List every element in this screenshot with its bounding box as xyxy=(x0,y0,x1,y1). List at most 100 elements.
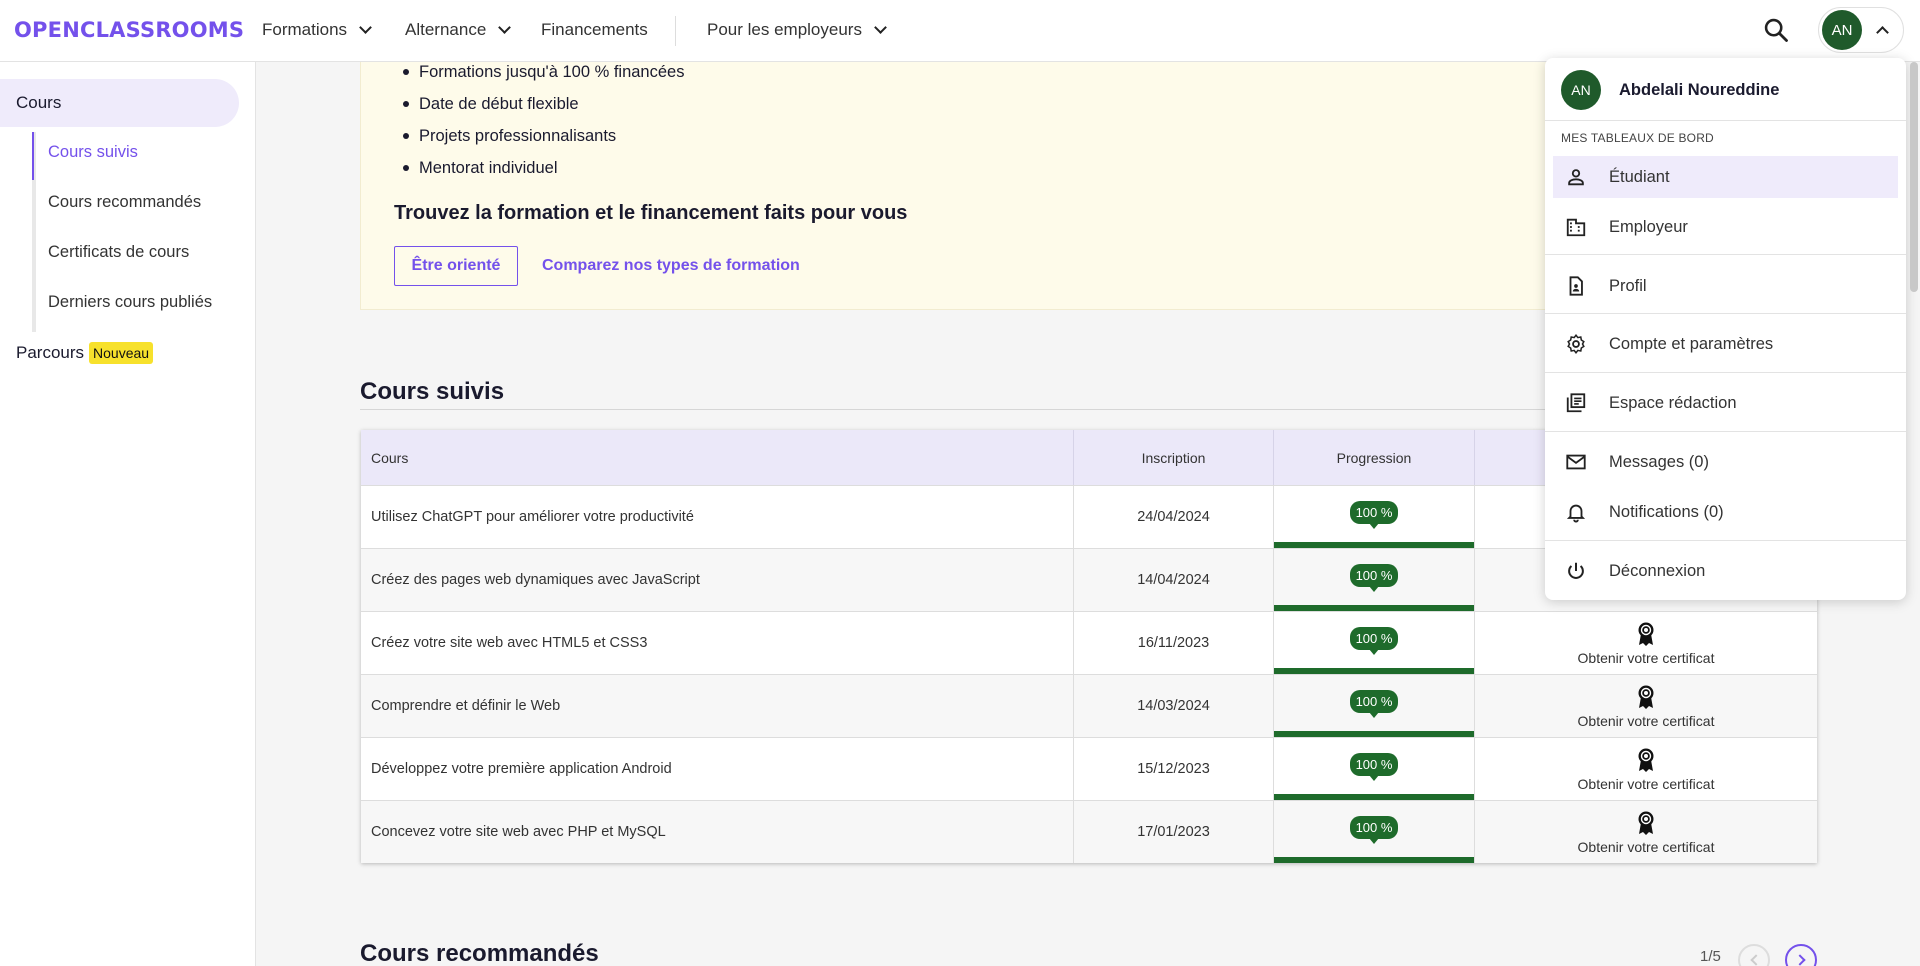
course-title-cell[interactable]: Créez votre site web avec HTML5 et CSS3 xyxy=(361,612,1074,674)
certificate-link[interactable]: Obtenir votre certificat xyxy=(1578,776,1715,792)
compare-formations-link[interactable]: Comparez nos types de formation xyxy=(542,257,800,275)
progress-bar xyxy=(1274,857,1474,863)
certificate-medal-icon xyxy=(1638,811,1654,835)
progress-bar xyxy=(1274,731,1474,737)
sidebar-item-certificats[interactable]: Certificats de cours xyxy=(48,243,189,262)
promo-title: Trouvez la formation et le financement f… xyxy=(394,202,908,224)
menu-item-label: Compte et paramètres xyxy=(1609,334,1774,353)
page-scrollbar[interactable] xyxy=(1910,62,1918,292)
sidebar-item-cours-suivis[interactable]: Cours suivis xyxy=(48,143,138,162)
building-icon xyxy=(1566,218,1586,237)
nav-formations[interactable]: Formations xyxy=(262,20,372,40)
menu-item-label: Déconnexion xyxy=(1609,561,1706,580)
pager-next-button[interactable] xyxy=(1785,944,1817,966)
course-title[interactable]: Créez des pages web dynamiques avec Java… xyxy=(371,572,700,588)
list-item: Mentorat individuel xyxy=(403,158,684,190)
list-item: Date de début flexible xyxy=(403,94,684,126)
progression-cell: 100 % xyxy=(1274,738,1475,800)
progress-badge: 100 % xyxy=(1349,626,1399,655)
nav-financements[interactable]: Financements xyxy=(541,20,648,40)
chevron-down-icon xyxy=(498,21,512,34)
pager-count: 1/5 xyxy=(1700,948,1721,965)
certificate-medal-icon xyxy=(1638,622,1654,646)
openclassrooms-logo[interactable]: OPENCLASSROOMS xyxy=(14,18,244,42)
menu-item-label: Messages (0) xyxy=(1609,452,1709,471)
person-icon xyxy=(1568,169,1584,186)
dashboards-section-label: MES TABLEAUX DE BORD xyxy=(1561,131,1714,145)
new-badge: Nouveau xyxy=(89,342,154,364)
menu-item-notifications[interactable]: Notifications (0) xyxy=(1553,491,1898,533)
profile-doc-icon xyxy=(1569,276,1583,296)
sidebar-item-cours-recommandes[interactable]: Cours recommandés xyxy=(48,193,201,212)
progress-badge: 100 % xyxy=(1349,752,1399,781)
menu-item-deconnexion[interactable]: Déconnexion xyxy=(1553,550,1898,592)
table-row: Développez votre première application An… xyxy=(361,737,1817,800)
course-title[interactable]: Comprendre et définir le Web xyxy=(371,698,560,714)
menu-item-label: Employeur xyxy=(1609,217,1688,236)
section-title-cours-recommandes: Cours recommandés xyxy=(360,940,599,966)
divider xyxy=(1545,313,1906,314)
divider xyxy=(1545,540,1906,541)
progression-cell: 100 % xyxy=(1274,549,1475,611)
progression-cell: 100 % xyxy=(1274,612,1475,674)
nav-alternance[interactable]: Alternance xyxy=(405,20,512,40)
menu-item-label: Profil xyxy=(1609,276,1647,295)
user-name: Abdelali Noureddine xyxy=(1619,80,1780,99)
course-title-cell[interactable]: Créez des pages web dynamiques avec Java… xyxy=(361,549,1074,611)
account-menu-button[interactable]: AN xyxy=(1818,7,1904,53)
menu-item-compte-parametres[interactable]: Compte et paramètres xyxy=(1553,323,1898,365)
column-header-inscription: Inscription xyxy=(1074,430,1274,485)
etre-oriente-button[interactable]: Être orienté xyxy=(394,246,518,286)
menu-item-messages[interactable]: Messages (0) xyxy=(1553,441,1898,483)
course-title-cell[interactable]: Concevez votre site web avec PHP et MySQ… xyxy=(361,801,1074,863)
course-title[interactable]: Utilisez ChatGPT pour améliorer votre pr… xyxy=(371,509,694,525)
progress-bar xyxy=(1274,668,1474,674)
course-title[interactable]: Créez votre site web avec HTML5 et CSS3 xyxy=(371,635,647,651)
menu-item-espace-redaction[interactable]: Espace rédaction xyxy=(1553,382,1898,424)
inscription-date-cell: 24/04/2024 xyxy=(1074,486,1274,548)
certificate-cell[interactable]: Obtenir votre certificat xyxy=(1475,612,1817,674)
progression-cell: 100 % xyxy=(1274,675,1475,737)
certificate-link[interactable]: Obtenir votre certificat xyxy=(1578,650,1715,666)
sidebar-item-cours[interactable]: Cours xyxy=(0,79,239,127)
menu-item-profil[interactable]: Profil xyxy=(1553,265,1898,307)
power-icon xyxy=(1568,562,1584,579)
certificate-cell[interactable]: Obtenir votre certificat xyxy=(1475,675,1817,737)
menu-item-employeur[interactable]: Employeur xyxy=(1553,206,1898,248)
menu-item-label: Espace rédaction xyxy=(1609,393,1737,412)
course-title[interactable]: Développez votre première application An… xyxy=(371,761,672,777)
progress-badge: 100 % xyxy=(1349,815,1399,844)
certificate-cell[interactable]: Obtenir votre certificat xyxy=(1475,738,1817,800)
pager-prev-button[interactable] xyxy=(1738,944,1770,966)
inscription-date-cell: 14/04/2024 xyxy=(1074,549,1274,611)
sidebar-item-parcours[interactable]: Parcours Nouveau xyxy=(16,342,154,364)
search-icon[interactable] xyxy=(1762,16,1790,44)
course-title-cell[interactable]: Comprendre et définir le Web xyxy=(361,675,1074,737)
course-title[interactable]: Concevez votre site web avec PHP et MySQ… xyxy=(371,824,666,840)
inscription-date: 16/11/2023 xyxy=(1137,635,1210,651)
library-icon xyxy=(1566,393,1586,413)
progress-badge: 100 % xyxy=(1349,563,1399,592)
inscription-date: 17/01/2023 xyxy=(1137,824,1210,840)
certificate-link[interactable]: Obtenir votre certificat xyxy=(1578,839,1715,855)
certificate-link[interactable]: Obtenir votre certificat xyxy=(1578,713,1715,729)
sidebar-item-derniers-cours[interactable]: Derniers cours publiés xyxy=(48,293,212,312)
nav-employeurs[interactable]: Pour les employeurs xyxy=(707,20,887,40)
course-title-cell[interactable]: Utilisez ChatGPT pour améliorer votre pr… xyxy=(361,486,1074,548)
progress-badge: 100 % xyxy=(1349,500,1399,529)
progress-bar xyxy=(1274,542,1474,548)
menu-item-etudiant[interactable]: Étudiant xyxy=(1553,156,1898,198)
certificate-medal-icon xyxy=(1638,748,1654,772)
course-title-cell[interactable]: Développez votre première application An… xyxy=(361,738,1074,800)
sidebar-active-indicator xyxy=(32,132,34,180)
column-header-cours: Cours xyxy=(361,430,1074,485)
progression-cell: 100 % xyxy=(1274,801,1475,863)
chevron-down-icon xyxy=(874,21,887,34)
certificate-cell[interactable]: Obtenir votre certificat xyxy=(1475,801,1817,863)
chevron-left-icon xyxy=(1749,954,1762,966)
chevron-right-icon xyxy=(1793,954,1806,966)
menu-item-label: Étudiant xyxy=(1609,167,1670,186)
avatar: AN xyxy=(1822,10,1862,50)
inscription-date: 15/12/2023 xyxy=(1137,761,1210,777)
table-row: Concevez votre site web avec PHP et MySQ… xyxy=(361,800,1817,863)
